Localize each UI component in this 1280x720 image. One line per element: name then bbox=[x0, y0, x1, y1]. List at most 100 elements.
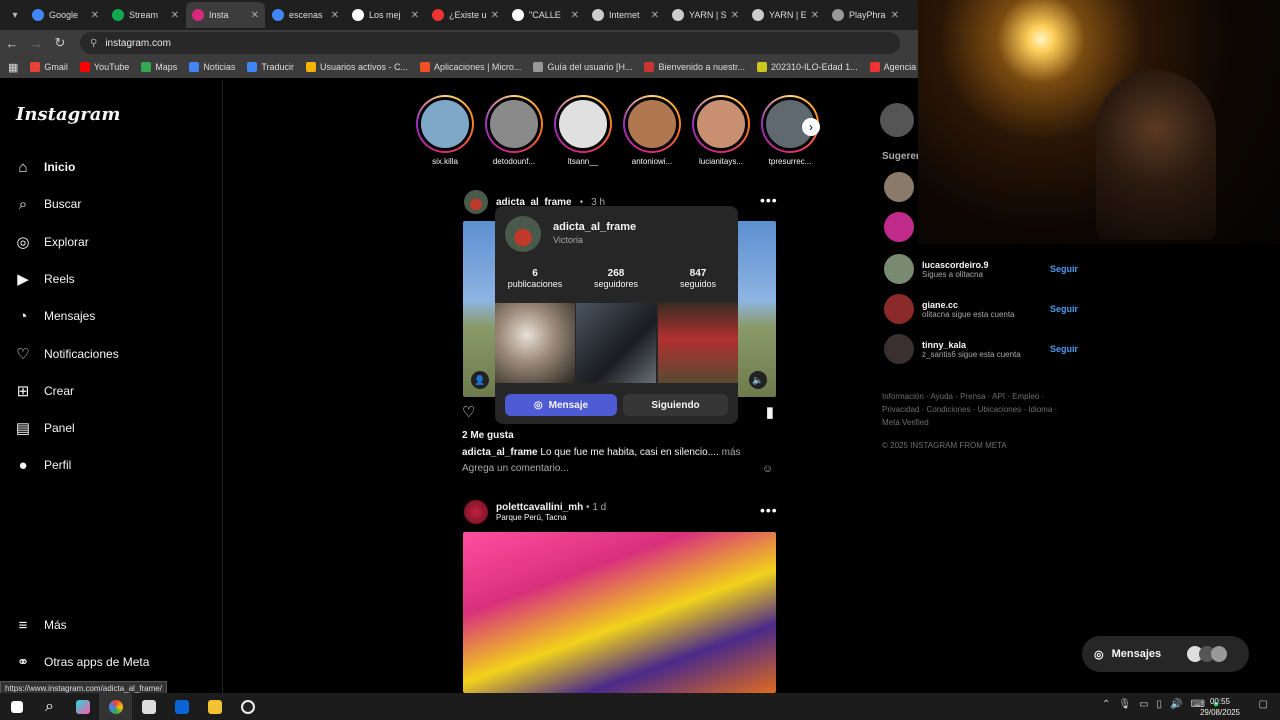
browser-tab[interactable]: YARN | E ✕ bbox=[746, 2, 825, 28]
current-user-avatar[interactable] bbox=[880, 103, 914, 137]
follow-button[interactable]: Seguir bbox=[1050, 264, 1078, 274]
follow-button[interactable]: Seguir bbox=[1050, 304, 1078, 314]
stat-following[interactable]: 847 seguidos bbox=[658, 268, 738, 289]
bookmark-item[interactable]: Usuarios activos - C... bbox=[306, 62, 408, 72]
browser-tab[interactable]: escenas ✕ bbox=[266, 2, 345, 28]
browser-tab[interactable]: Los mej ✕ bbox=[346, 2, 425, 28]
following-button[interactable]: Siguiendo bbox=[623, 394, 728, 416]
bookmark-item[interactable]: Maps bbox=[141, 62, 177, 72]
suggestion-avatar[interactable] bbox=[884, 294, 914, 324]
follow-button[interactable]: Seguir bbox=[1050, 344, 1078, 354]
emoji-icon[interactable]: ☺ bbox=[762, 463, 773, 475]
post-more-icon[interactable]: ••• bbox=[760, 502, 778, 518]
close-icon[interactable]: ✕ bbox=[891, 10, 899, 21]
bookmark-item[interactable]: Gmail bbox=[30, 62, 68, 72]
close-icon[interactable]: ✕ bbox=[811, 10, 819, 21]
instagram-logo[interactable]: Instagram bbox=[16, 104, 120, 125]
sidebar-bottom-item[interactable]: ≡ Más bbox=[14, 616, 67, 634]
sidebar-item-buscar[interactable]: ⌕ Buscar bbox=[14, 195, 82, 213]
sidebar-item-panel[interactable]: ▤ Panel bbox=[14, 419, 75, 437]
post-likes[interactable]: 2 Me gusta bbox=[462, 430, 514, 441]
story-item[interactable]: ltsann__ bbox=[553, 95, 613, 166]
sidebar-item-crear[interactable]: ⊞ Crear bbox=[14, 382, 74, 400]
browser-tab[interactable]: PlayPhra ✕ bbox=[826, 2, 905, 28]
popup-thumbnail[interactable] bbox=[658, 303, 738, 383]
bookmark-item[interactable]: Aplicaciones | Micro... bbox=[420, 62, 521, 72]
close-icon[interactable]: ✕ bbox=[251, 10, 259, 21]
bookmark-item[interactable]: Noticias bbox=[189, 62, 235, 72]
sidebar-item-notificaciones[interactable]: ♡ Notificaciones bbox=[14, 345, 118, 363]
close-icon[interactable]: ✕ bbox=[331, 10, 339, 21]
browser-tab[interactable]: Google ✕ bbox=[26, 2, 105, 28]
outlook-icon[interactable] bbox=[165, 693, 198, 720]
reload-icon[interactable]: ↻ bbox=[48, 35, 72, 51]
mic-icon[interactable]: 🎙 bbox=[1118, 699, 1131, 710]
copilot-icon[interactable] bbox=[66, 693, 99, 720]
address-bar[interactable]: ⚲ instagram.com bbox=[80, 32, 900, 54]
volume-icon[interactable]: 🔊 bbox=[1170, 699, 1182, 710]
popup-thumbnail[interactable] bbox=[576, 303, 656, 383]
save-bookmark-icon[interactable]: ▮ bbox=[766, 403, 774, 421]
bookmark-item[interactable]: Traducir bbox=[247, 62, 294, 72]
bookmark-item[interactable]: 202310-ILO-Edad 1... bbox=[757, 62, 858, 72]
bookmark-item[interactable]: YouTube bbox=[79, 62, 129, 72]
stat-followers[interactable]: 268 seguidores bbox=[576, 268, 656, 289]
story-item[interactable]: antoniowi... bbox=[622, 95, 682, 166]
post-author-avatar[interactable] bbox=[464, 500, 488, 524]
search-icon[interactable]: ⌕ bbox=[33, 693, 66, 720]
browser-tab[interactable]: Stream ✕ bbox=[106, 2, 185, 28]
sidebar-item-inicio[interactable]: ⌂ Inicio bbox=[14, 158, 75, 176]
file-explorer-icon[interactable] bbox=[198, 693, 231, 720]
audio-icon[interactable]: 🔈 bbox=[749, 371, 767, 389]
close-icon[interactable]: ✕ bbox=[91, 10, 99, 21]
close-icon[interactable]: ✕ bbox=[411, 10, 419, 21]
popup-avatar[interactable] bbox=[505, 216, 541, 252]
forward-icon[interactable]: → bbox=[24, 36, 48, 51]
suggestion-avatar[interactable] bbox=[884, 254, 914, 284]
suggestion-username[interactable]: tinny_kala bbox=[922, 340, 1021, 350]
obs-icon[interactable] bbox=[231, 693, 264, 720]
post-image[interactable] bbox=[463, 532, 776, 693]
back-icon[interactable]: ← bbox=[0, 36, 24, 51]
windows-start-icon[interactable] bbox=[0, 693, 33, 720]
story-item[interactable]: six.killa bbox=[415, 95, 475, 166]
sidebar-item-mensajes[interactable]: ◔ Mensajes bbox=[14, 307, 95, 325]
message-button[interactable]: ◎ Mensaje bbox=[505, 394, 617, 416]
post-author-avatar[interactable] bbox=[464, 190, 488, 214]
store-icon[interactable] bbox=[132, 693, 165, 720]
messages-pill[interactable]: ◎ Mensajes bbox=[1082, 636, 1249, 672]
story-item[interactable]: detodounf... bbox=[484, 95, 544, 166]
apps-grid-icon[interactable]: ▦ bbox=[8, 61, 18, 74]
suggestion-username[interactable]: giane.cc bbox=[922, 300, 1015, 310]
browser-tab[interactable]: ¿Existe u ✕ bbox=[426, 2, 505, 28]
network-icon[interactable]: ▭ bbox=[1139, 699, 1148, 710]
chevron-up-icon[interactable]: ⌃ bbox=[1102, 699, 1110, 710]
tab-search-icon[interactable]: ▾ bbox=[4, 4, 26, 26]
caption-more-link[interactable]: más bbox=[722, 447, 741, 458]
close-icon[interactable]: ✕ bbox=[571, 10, 579, 21]
post-more-icon[interactable]: ••• bbox=[760, 192, 778, 208]
popup-thumbnail[interactable] bbox=[495, 303, 575, 383]
browser-tab[interactable]: Internet ✕ bbox=[586, 2, 665, 28]
browser-tab[interactable]: YARN | S ✕ bbox=[666, 2, 745, 28]
post-author-username[interactable]: polettcavallini_mh bbox=[496, 502, 583, 513]
suggestion-avatar[interactable] bbox=[884, 172, 914, 202]
like-heart-icon[interactable]: ♡ bbox=[462, 403, 475, 421]
comment-input[interactable]: Agrega un comentario... bbox=[462, 463, 569, 474]
suggestion-avatar[interactable] bbox=[884, 212, 914, 242]
sidebar-item-perfil[interactable]: ● Perfil bbox=[14, 456, 71, 474]
popup-username[interactable]: adicta_al_frame bbox=[553, 221, 636, 233]
browser-tab[interactable]: "CALLE ✕ bbox=[506, 2, 585, 28]
sidebar-item-reels[interactable]: ▶ Reels bbox=[14, 270, 74, 288]
chrome-icon[interactable] bbox=[99, 693, 132, 720]
battery-icon[interactable]: ▯ bbox=[1157, 699, 1163, 710]
taskbar-clock[interactable]: 00:55 29/08/2025 bbox=[1200, 696, 1240, 718]
notification-icon[interactable]: ▢ bbox=[1259, 699, 1268, 710]
suggestion-avatar[interactable] bbox=[884, 334, 914, 364]
bookmark-item[interactable]: Guía del usuario [H... bbox=[533, 62, 632, 72]
sidebar-bottom-item[interactable]: ⚭ Otras apps de Meta bbox=[14, 653, 150, 671]
post-location[interactable]: Parque Perú, Tacna bbox=[496, 513, 606, 522]
close-icon[interactable]: ✕ bbox=[731, 10, 739, 21]
caption-username[interactable]: adicta_al_frame bbox=[462, 447, 538, 458]
tagged-user-icon[interactable]: 👤 bbox=[471, 371, 489, 389]
